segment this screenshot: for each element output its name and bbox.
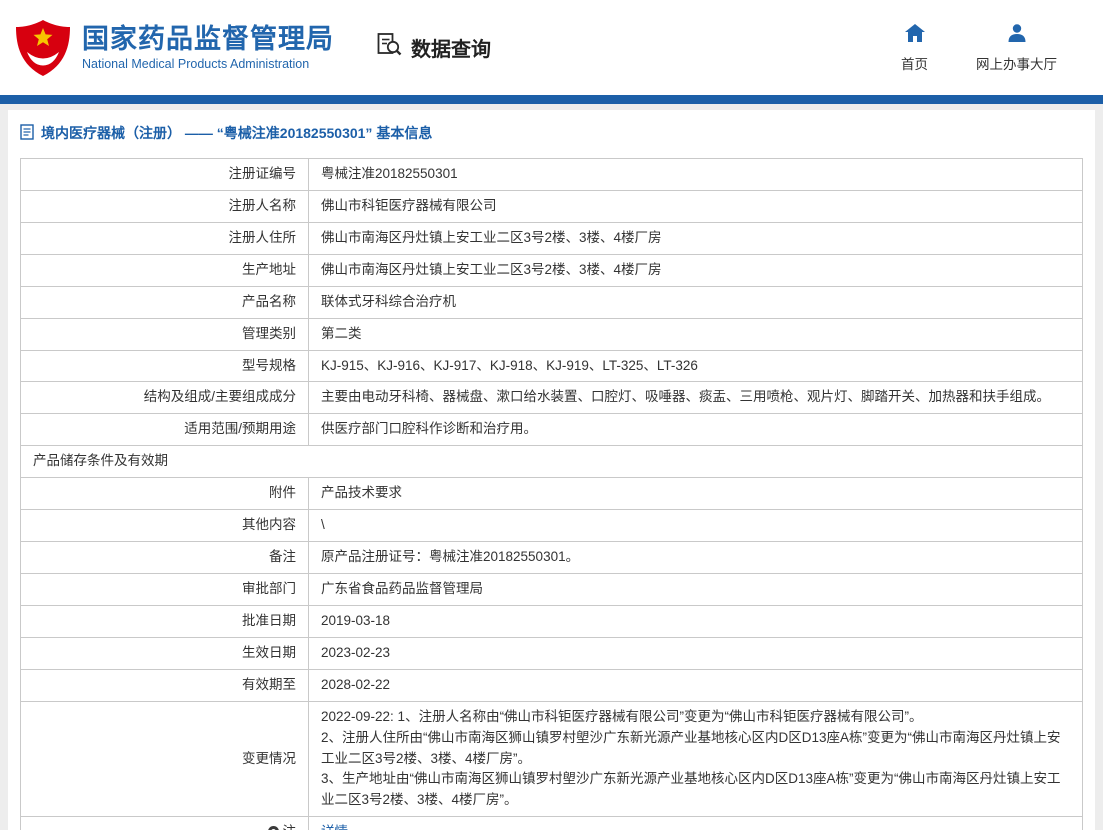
- page-title: 境内医疗器械（注册） —— “粤械注准20182550301” 基本信息: [41, 123, 432, 143]
- row-label: 结构及组成/主要组成成分: [21, 382, 309, 414]
- row-label: 产品名称: [21, 286, 309, 318]
- header-nav: 首页 网上办事大厅: [901, 23, 1057, 73]
- logo-block: 国家药品监督管理局 National Medical Products Admi…: [14, 19, 334, 77]
- detail-link[interactable]: 详情: [321, 824, 348, 830]
- row-label: 注册人住所: [21, 222, 309, 254]
- table-row: 注册人名称佛山市科钜医疗器械有限公司: [21, 190, 1083, 222]
- row-value: 第二类: [309, 318, 1083, 350]
- table-row: 变更情况2022-09-22: 1、注册人名称由“佛山市科钜医疗器械有限公司”变…: [21, 701, 1083, 817]
- row-label: 适用范围/预期用途: [21, 414, 309, 446]
- site-header: 国家药品监督管理局 National Medical Products Admi…: [0, 0, 1103, 95]
- home-icon: [904, 23, 926, 48]
- detail-table: 注册证编号粤械注准20182550301注册人名称佛山市科钜医疗器械有限公司注册…: [20, 158, 1083, 830]
- data-query-icon: [376, 31, 403, 64]
- row-value: 详情: [309, 817, 1083, 830]
- row-label: 生产地址: [21, 254, 309, 286]
- row-value: 佛山市科钜医疗器械有限公司: [309, 190, 1083, 222]
- table-row: 附件产品技术要求: [21, 478, 1083, 510]
- row-value: 联体式牙科综合治疗机: [309, 286, 1083, 318]
- row-value: 2028-02-22: [309, 669, 1083, 701]
- nav-service-hall[interactable]: 网上办事大厅: [976, 23, 1057, 73]
- row-label: 其他内容: [21, 510, 309, 542]
- table-row: 审批部门广东省食品药品监督管理局: [21, 573, 1083, 605]
- row-value: 2023-02-23: [309, 637, 1083, 669]
- row-value: KJ-915、KJ-916、KJ-917、KJ-918、KJ-919、LT-32…: [309, 350, 1083, 382]
- table-row: 备注原产品注册证号：粤械注准20182550301。: [21, 542, 1083, 574]
- table-row: 生效日期2023-02-23: [21, 637, 1083, 669]
- detail-table-body: 注册证编号粤械注准20182550301注册人名称佛山市科钜医疗器械有限公司注册…: [21, 159, 1083, 830]
- table-row: 生产地址佛山市南海区丹灶镇上安工业二区3号2楼、3楼、4楼厂房: [21, 254, 1083, 286]
- note-icon: [268, 826, 279, 830]
- row-value: 佛山市南海区丹灶镇上安工业二区3号2楼、3楼、4楼厂房: [309, 222, 1083, 254]
- table-row: 注册人住所佛山市南海区丹灶镇上安工业二区3号2楼、3楼、4楼厂房: [21, 222, 1083, 254]
- nmpa-emblem-icon: [14, 19, 72, 77]
- row-value: \: [309, 510, 1083, 542]
- table-row: 型号规格KJ-915、KJ-916、KJ-917、KJ-918、KJ-919、L…: [21, 350, 1083, 382]
- nav-home-label: 首页: [901, 53, 928, 73]
- row-label: 审批部门: [21, 573, 309, 605]
- row-value: 2022-09-22: 1、注册人名称由“佛山市科钜医疗器械有限公司”变更为“佛…: [309, 701, 1083, 817]
- row-label: 变更情况: [21, 701, 309, 817]
- row-value: 产品技术要求: [309, 478, 1083, 510]
- table-row: 结构及组成/主要组成成分主要由电动牙科椅、器械盘、漱口给水装置、口腔灯、吸唾器、…: [21, 382, 1083, 414]
- table-row: 其他内容\: [21, 510, 1083, 542]
- table-row: 有效期至2028-02-22: [21, 669, 1083, 701]
- header-divider-bar: [0, 95, 1103, 104]
- row-value: 2019-03-18: [309, 605, 1083, 637]
- row-label: 注: [21, 817, 309, 830]
- user-icon: [1007, 23, 1027, 48]
- table-row: 管理类别第二类: [21, 318, 1083, 350]
- breadcrumb: 境内医疗器械（注册） —— “粤械注准20182550301” 基本信息: [8, 110, 1095, 154]
- row-value: 主要由电动牙科椅、器械盘、漱口给水装置、口腔灯、吸唾器、痰盂、三用喷枪、观片灯、…: [309, 382, 1083, 414]
- row-label: 附件: [21, 478, 309, 510]
- table-row: 适用范围/预期用途供医疗部门口腔科作诊断和治疗用。: [21, 414, 1083, 446]
- row-label: 管理类别: [21, 318, 309, 350]
- row-value: 粤械注准20182550301: [309, 159, 1083, 191]
- row-label: 注册人名称: [21, 190, 309, 222]
- row-value: 佛山市南海区丹灶镇上安工业二区3号2楼、3楼、4楼厂房: [309, 254, 1083, 286]
- row-label: 有效期至: [21, 669, 309, 701]
- site-subtitle: National Medical Products Administration: [82, 57, 334, 71]
- row-label: 批准日期: [21, 605, 309, 637]
- table-row: 批准日期2019-03-18: [21, 605, 1083, 637]
- table-row: 产品名称联体式牙科综合治疗机: [21, 286, 1083, 318]
- row-label: 产品储存条件及有效期: [21, 446, 1083, 478]
- nav-home[interactable]: 首页: [901, 23, 928, 73]
- table-row: 注册证编号粤械注准20182550301: [21, 159, 1083, 191]
- table-row: 产品储存条件及有效期: [21, 446, 1083, 478]
- app-title-label: 数据查询: [411, 33, 491, 62]
- row-value: 原产品注册证号：粤械注准20182550301。: [309, 542, 1083, 574]
- row-value: 广东省食品药品监督管理局: [309, 573, 1083, 605]
- row-label: 备注: [21, 542, 309, 574]
- nav-service-hall-label: 网上办事大厅: [976, 53, 1057, 73]
- row-label: 生效日期: [21, 637, 309, 669]
- content-panel: 境内医疗器械（注册） —— “粤械注准20182550301” 基本信息 注册证…: [8, 110, 1095, 830]
- row-value: 供医疗部门口腔科作诊断和治疗用。: [309, 414, 1083, 446]
- table-row: 注详情: [21, 817, 1083, 830]
- app-title: 数据查询: [376, 31, 491, 64]
- document-icon: [20, 124, 34, 143]
- site-title: 国家药品监督管理局: [82, 24, 334, 55]
- row-label: 注册证编号: [21, 159, 309, 191]
- row-label: 型号规格: [21, 350, 309, 382]
